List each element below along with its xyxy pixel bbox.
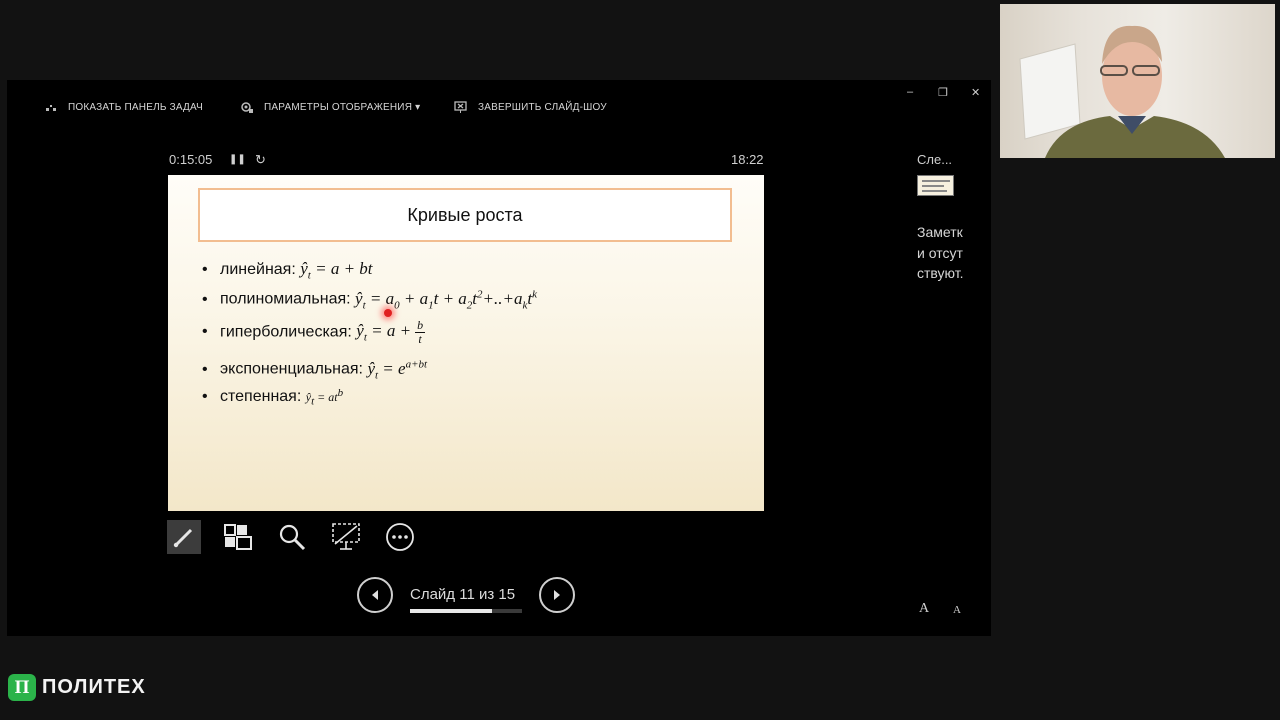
display-settings-label: ПАРАМЕТРЫ ОТОБРАЖЕНИЯ ▾ bbox=[264, 101, 421, 113]
more-options-button[interactable] bbox=[383, 520, 417, 554]
slide-progress-bar bbox=[410, 609, 522, 613]
bullet-exponential: • экспоненциальная: ŷt = ea+bt bbox=[202, 358, 428, 382]
clock: 18:22 bbox=[731, 152, 764, 167]
minimize-button[interactable]: – bbox=[907, 86, 913, 98]
taskbar-icon bbox=[44, 100, 58, 114]
bullet-power-label: степенная: bbox=[220, 388, 306, 405]
previous-slide-button[interactable] bbox=[357, 577, 393, 613]
formula-exponential: ŷt = ea+bt bbox=[367, 358, 428, 382]
increase-font-button[interactable]: A bbox=[919, 601, 929, 617]
arrow-right-icon bbox=[554, 590, 560, 600]
display-settings-button[interactable]: ПАРАМЕТРЫ ОТОБРАЖЕНИЯ ▾ bbox=[240, 100, 420, 114]
pen-tool-button[interactable] bbox=[167, 520, 201, 554]
formula-hyperbolic: ŷt = a + b t bbox=[356, 318, 426, 346]
settings-monitor-icon bbox=[240, 100, 254, 114]
zoom-button[interactable] bbox=[275, 520, 309, 554]
presenter-camera-image bbox=[1019, 25, 1225, 158]
search-icon bbox=[279, 524, 306, 551]
webcam-video bbox=[1000, 4, 1275, 158]
show-taskbar-button[interactable]: ПОКАЗАТЬ ПАНЕЛЬ ЗАДАЧ bbox=[44, 100, 203, 114]
slides-grid-icon bbox=[224, 524, 252, 550]
speaker-notes: Заметки отсутствуют. bbox=[917, 224, 964, 281]
end-show-icon bbox=[454, 100, 468, 114]
close-button[interactable]: ✕ bbox=[971, 86, 980, 99]
next-slide-thumbnail[interactable] bbox=[917, 175, 954, 196]
bullet-linear: • линейная: ŷt = a + bt bbox=[202, 259, 373, 282]
next-slide-label: Сле... bbox=[917, 152, 953, 167]
end-slideshow-button[interactable]: ЗАВЕРШИТЬ СЛАЙД-ШОУ bbox=[454, 100, 607, 114]
bullet-polynomial-label: полиномиальная: bbox=[220, 290, 356, 308]
restore-button[interactable]: ❐ bbox=[938, 86, 948, 99]
show-taskbar-label: ПОКАЗАТЬ ПАНЕЛЬ ЗАДАЧ bbox=[68, 101, 203, 113]
ellipsis-icon bbox=[386, 523, 414, 551]
slide-counter[interactable]: Слайд 11 из 15 bbox=[410, 586, 515, 603]
bullet-hyperbolic-label: гиперболическая: bbox=[220, 323, 357, 341]
screen-toggle-icon bbox=[332, 523, 360, 550]
bullet-exponential-label: экспоненциальная: bbox=[220, 360, 368, 378]
decrease-font-button[interactable]: A bbox=[953, 604, 961, 616]
current-slide[interactable]: Кривые роста • линейная: ŷt = a + bt • пол… bbox=[168, 175, 764, 511]
bullet-polynomial: • полиномиальная: ŷt = a0 + a1t + a2t2+..… bbox=[202, 288, 537, 312]
logo-mark: П bbox=[8, 674, 36, 701]
pause-icon[interactable]: ❚❚ bbox=[229, 154, 246, 165]
black-screen-button[interactable] bbox=[329, 520, 363, 554]
politeh-logo: П ПОЛИТЕХ bbox=[8, 674, 146, 701]
pen-icon bbox=[173, 528, 193, 548]
bullet-hyperbolic: • гиперболическая: ŷt = a + b t bbox=[202, 318, 426, 346]
formula-power: ŷt = atb bbox=[305, 387, 344, 408]
formula-linear: ŷt = a + bt bbox=[300, 259, 373, 282]
end-slideshow-label: ЗАВЕРШИТЬ СЛАЙД-ШОУ bbox=[478, 101, 607, 113]
logo-text: ПОЛИТЕХ bbox=[42, 676, 146, 698]
laser-pointer bbox=[384, 309, 392, 317]
slide-title: Кривые роста bbox=[198, 188, 732, 242]
reset-timer-icon[interactable]: ↻ bbox=[255, 152, 266, 168]
bullet-power: • степенная: ŷt = atb bbox=[202, 387, 344, 408]
see-all-slides-button[interactable] bbox=[221, 520, 255, 554]
formula-polynomial: ŷt = a0 + a1t + a2t2+..+aktk bbox=[355, 288, 537, 312]
elapsed-timer: 0:15:05 bbox=[169, 152, 213, 167]
slide-progress-fill bbox=[410, 609, 493, 613]
next-slide-button[interactable] bbox=[539, 577, 575, 613]
bullet-linear-label: линейная: bbox=[220, 261, 301, 278]
arrow-left-icon bbox=[372, 590, 378, 600]
